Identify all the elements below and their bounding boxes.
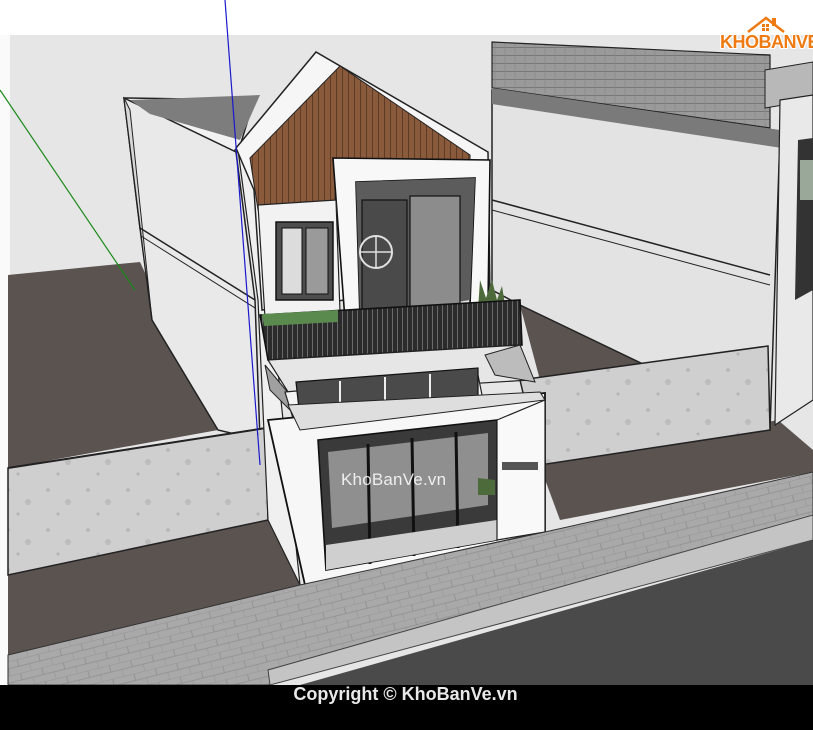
footer-bar: Copyright © KhoBanVe.vn <box>0 685 813 730</box>
house-number-plate <box>502 462 538 470</box>
house-3d-model[interactable] <box>0 0 813 685</box>
khobanve-logo: KHOBANVE <box>716 14 813 54</box>
logo-text: KHOBANVE <box>720 32 813 52</box>
copyright-text: Copyright © KhoBanVe.vn <box>0 685 813 704</box>
watermark-text: KhoBanVe.vn <box>341 470 447 489</box>
copyright-label: Copyright © KhoBanVe.vn <box>293 684 518 704</box>
sketchup-viewport[interactable]: KHOBANVE KhoBanVe.vn <box>0 0 813 685</box>
